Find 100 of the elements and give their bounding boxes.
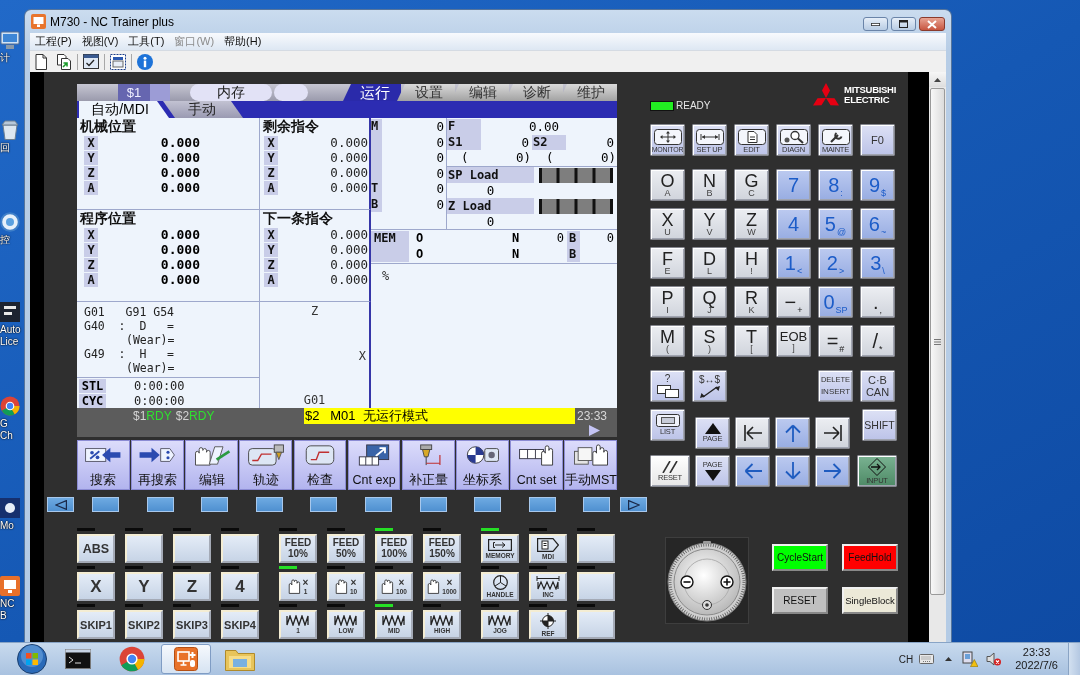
menu-item[interactable]: 工具(T) [123,34,170,49]
panel-key[interactable]: ABS [77,534,115,563]
softkey[interactable] [255,497,283,512]
menu-key[interactable]: 手动MST [564,440,618,490]
minus-icon[interactable] [680,575,694,589]
letter-key[interactable]: T [ [734,325,769,357]
letter-key[interactable]: P I [650,286,685,318]
up-triangle-icon[interactable] [945,657,953,661]
menu-item[interactable]: 视图(V) [76,34,124,49]
symbol-key[interactable]: =# [818,325,853,357]
eob-key[interactable]: EOB ] [776,325,811,357]
scroll-up-button[interactable] [929,72,946,87]
menu-key[interactable]: 补正量 [401,440,455,490]
softkey[interactable] [583,497,611,512]
menu-key[interactable]: Cnt exp [347,440,401,490]
panel-key[interactable]: FEED 10% [279,534,317,563]
panel-key[interactable]: FEED 150% [423,534,461,563]
cursor-key[interactable] [735,455,770,487]
toolbar-button[interactable] [54,51,74,72]
desktop-shortcut[interactable]: G Ch [0,396,22,442]
tab[interactable]: 运行 [343,84,401,101]
language-indicator[interactable]: CH [898,653,914,665]
panel-key[interactable]: SKIP1 [77,610,115,639]
menu-item[interactable]: 帮助(H) [219,34,267,49]
symbol-key[interactable]: −+ [776,286,811,318]
letter-key[interactable]: N B [692,169,727,201]
menu-key[interactable]: 搜索 [77,440,130,490]
keypad-key[interactable]: SHIFT [862,409,897,441]
letter-key[interactable]: Z W [734,208,769,240]
softkey[interactable] [146,497,174,512]
letter-key[interactable]: G C [734,169,769,201]
subtab[interactable]: 手动 [163,101,243,118]
menu-key[interactable]: 检查 [293,440,347,490]
menu-item[interactable]: 工程(P) [30,34,77,49]
menu-key[interactable]: Cnt set [510,440,563,490]
panel-key[interactable]: SKIP4 [221,610,259,639]
letter-key[interactable]: S ) [692,325,727,357]
operation-button[interactable]: SingleBlock [842,587,898,614]
panel-key[interactable]: FEED 100% [375,534,413,563]
tab[interactable]: 设置 [397,84,455,101]
minimize-button[interactable] [863,17,888,31]
desktop-shortcut[interactable]: 控 [0,212,22,246]
plus-icon[interactable] [720,575,734,589]
vertical-scrollbar[interactable] [929,72,946,642]
letter-key[interactable]: O A [650,169,685,201]
operation-button[interactable]: FeedHold [842,544,898,571]
softkey[interactable] [620,497,648,512]
system-switch-key[interactable]: $↔$ [692,370,727,402]
menu-key[interactable]: 编辑 [185,440,238,490]
softkey[interactable] [364,497,392,512]
operation-button[interactable]: CycleStart [772,544,828,571]
letter-key[interactable]: F E [650,247,685,279]
keypad-key[interactable]: C·B CAN [860,370,895,402]
menu-key[interactable]: 轨迹 [239,440,293,490]
letter-key[interactable]: Q J [692,286,727,318]
operation-button[interactable]: RESET [772,587,828,614]
letter-key[interactable]: H ! [734,247,769,279]
menu-key[interactable]: 坐标系 [456,440,509,490]
desktop-shortcut[interactable]: Auto Lice [0,302,22,348]
letter-key[interactable]: M ( [650,325,685,357]
letter-key[interactable]: X U [650,208,685,240]
help-key[interactable]: ? [650,370,685,402]
softkey[interactable] [419,497,447,512]
panel-key[interactable]: Z [173,572,211,601]
clock[interactable]: 23:33 2022/7/6 [1015,646,1058,672]
scroll-thumb[interactable] [930,88,945,595]
maximize-button[interactable] [891,17,916,31]
desktop-shortcut[interactable]: Mo [0,498,22,532]
cursor-key[interactable] [735,417,770,449]
softkey[interactable] [310,497,338,512]
panel-key[interactable]: SKIP3 [173,610,211,639]
toolbar-button[interactable] [81,51,101,72]
softkey[interactable] [474,497,502,512]
letter-key[interactable]: D L [692,247,727,279]
softkey[interactable] [528,497,556,512]
panel-key[interactable]: Y [125,572,163,601]
panel-key[interactable]: FEED 50% [327,534,365,563]
subtab[interactable]: 自动/MDI [79,101,169,118]
desktop-shortcut[interactable]: NC B [0,576,22,622]
cursor-key[interactable] [815,455,850,487]
speaker-muted-icon[interactable] [986,652,1002,666]
close-button[interactable] [919,17,945,31]
softkey[interactable] [47,497,74,512]
letter-key[interactable]: Y V [692,208,727,240]
menu-key[interactable]: 再搜索 [131,440,184,490]
cursor-key[interactable] [775,417,810,449]
handwheel[interactable] [665,537,749,624]
toolbar-button[interactable] [108,51,128,72]
desktop-shortcut[interactable]: 计 [0,30,22,64]
softkey[interactable] [201,497,229,512]
symbol-key[interactable]: ., [860,286,895,318]
letter-key[interactable]: R K [734,286,769,318]
desktop-shortcut[interactable]: 回 [0,120,22,154]
cursor-key[interactable] [775,455,810,487]
panel-key[interactable]: SKIP2 [125,610,163,639]
symbol-key[interactable]: /* [860,325,895,357]
panel-key[interactable]: 4 [221,572,259,601]
cursor-key[interactable] [815,417,850,449]
network-warning-icon[interactable] [962,651,979,667]
panel-key[interactable]: X [77,572,115,601]
